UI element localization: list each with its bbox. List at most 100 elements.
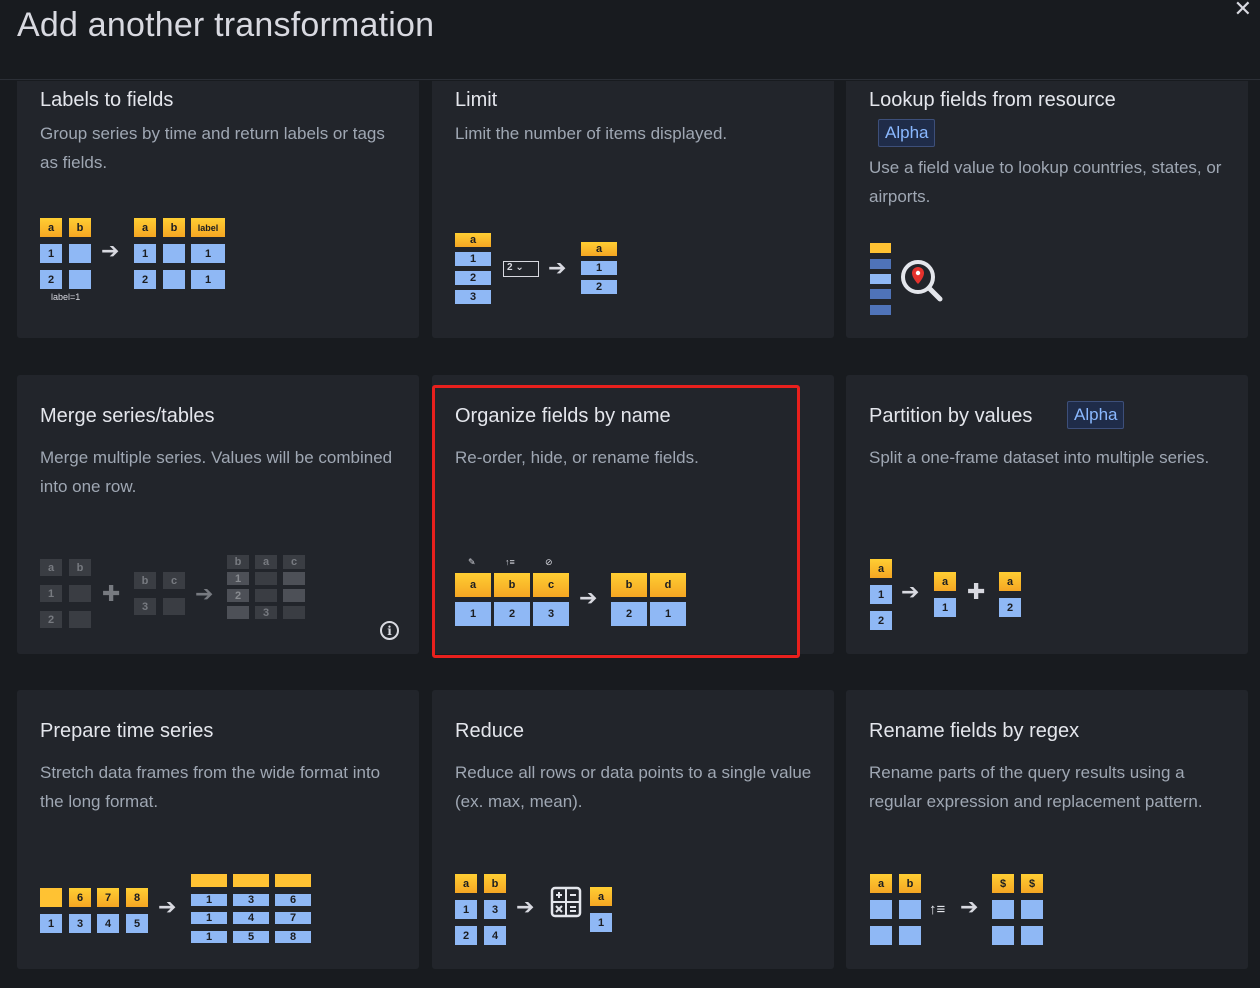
cell: 4 [484, 926, 506, 945]
card-title: Limit [455, 89, 498, 111]
cell: 1 [191, 931, 227, 943]
card-merge-series[interactable]: Merge series/tables Merge multiple serie… [17, 375, 419, 654]
cell: b [163, 218, 185, 237]
cell: b [227, 555, 249, 569]
card-labels-to-fields[interactable]: Labels to fields Group series by time an… [17, 81, 419, 338]
transformations-grid: Labels to fields Group series by time an… [0, 81, 1260, 988]
plus-icon: ✚ [967, 579, 986, 604]
card-prepare-time-series[interactable]: Prepare time series Stretch data frames … [17, 690, 419, 969]
cell [69, 270, 91, 289]
cell: 1 [191, 270, 225, 289]
calculator-icon [550, 886, 582, 918]
reduce-illustration: a b 1 3 2 4 ➔ a 1 [455, 874, 655, 954]
cell [870, 305, 891, 315]
arrow-right-icon: ➔ [195, 581, 214, 606]
cell [870, 900, 892, 919]
arrow-right-icon: ➔ [516, 894, 535, 919]
cell: 1 [581, 261, 617, 275]
card-lookup-fields[interactable]: Lookup fields from resource Alpha Use a … [846, 81, 1248, 338]
arrow-right-icon: ➔ [158, 894, 177, 919]
pencil-icon: ✎ [468, 557, 476, 567]
cell [191, 874, 227, 887]
cell: 1 [40, 914, 62, 933]
cell [899, 926, 921, 945]
cell: c [533, 573, 569, 597]
card-description: Use a field value to lookup countries, s… [869, 158, 1222, 206]
rename-illustration: a b ↑≡ ➔ $ $ [870, 874, 1070, 954]
cell: a [934, 572, 956, 591]
cell: a [40, 559, 62, 576]
card-organize-fields[interactable]: Organize fields by name Re-order, hide, … [432, 375, 834, 654]
cell [992, 900, 1014, 919]
cell: 2 [581, 280, 617, 294]
cell: b [494, 573, 530, 597]
cell: a [999, 572, 1021, 591]
cell: a [870, 559, 892, 578]
card-description: Group series by time and return labels o… [40, 124, 385, 172]
card-limit[interactable]: Limit Limit the number of items displaye… [432, 81, 834, 338]
cell: 2 [40, 270, 62, 289]
cell [1021, 900, 1043, 919]
close-icon[interactable]: ✕ [1234, 0, 1252, 22]
cell: 2 [870, 611, 892, 630]
arrow-right-icon: ➔ [101, 238, 120, 263]
card-rename-fields-by-regex[interactable]: Rename fields by regex Rename parts of t… [846, 690, 1248, 969]
cell: c [163, 572, 185, 589]
card-partition-by-values[interactable]: Partition by values Alpha Split a one-fr… [846, 375, 1248, 654]
cell: 1 [191, 244, 225, 263]
cell: 3 [455, 290, 491, 304]
card-description: Limit the number of items displayed. [455, 124, 728, 143]
card-description: Stretch data frames from the wide format… [40, 763, 381, 811]
cell: 2 [455, 271, 491, 285]
cell [283, 606, 305, 619]
cell: a [870, 874, 892, 893]
card-title: Lookup fields from resource [869, 89, 1116, 111]
cell: 1 [191, 894, 227, 906]
cell: 1 [134, 244, 156, 263]
cell: 1 [650, 602, 686, 626]
cell [255, 589, 277, 602]
cell: 1 [590, 913, 612, 932]
cell: b [611, 573, 647, 597]
label-caption: label=1 [51, 292, 81, 302]
alpha-badge: Alpha [878, 119, 936, 147]
card-title: Reduce [455, 720, 524, 742]
cell: 8 [275, 931, 311, 943]
cell: a [455, 233, 491, 247]
cell: b [484, 874, 506, 893]
labels-to-fields-illustration: a b 1 2 label=1 ➔ a b label 1 1 2 1 [40, 218, 240, 308]
cell [992, 926, 1014, 945]
organize-illustration: ✎ ↑≡ ⊘ a b c 1 2 3 ➔ b d 2 1 [455, 557, 715, 637]
cell: $ [1021, 874, 1043, 893]
cell [870, 243, 891, 253]
card-reduce[interactable]: Reduce Reduce all rows or data points to… [432, 690, 834, 969]
cell: 2 [999, 598, 1021, 617]
arrow-right-icon: ➔ [579, 585, 598, 610]
cell: 1 [191, 912, 227, 924]
arrow-right-icon: ➔ [960, 894, 979, 919]
cell: 1 [455, 602, 491, 626]
cell: 1 [40, 585, 62, 602]
cell: a [590, 887, 612, 906]
info-icon[interactable]: i [380, 621, 399, 640]
cell: 3 [484, 900, 506, 919]
cell: 1 [934, 598, 956, 617]
cell: 3 [134, 598, 156, 615]
cell [870, 259, 891, 269]
cell: 1 [455, 900, 477, 919]
card-title: Partition by values [869, 405, 1033, 427]
modal-header: Add another transformation ✕ [0, 0, 1260, 80]
cell: 4 [233, 912, 269, 924]
cell: a [455, 874, 477, 893]
limit-illustration: a 1 2 3 2 ⌄ ➔ a 1 2 [455, 233, 655, 313]
cell: 1 [40, 244, 62, 263]
card-description: Reduce all rows or data points to a sing… [455, 763, 812, 811]
cell: 2 [134, 270, 156, 289]
cell: 7 [275, 912, 311, 924]
cell [275, 874, 311, 887]
cell [283, 589, 305, 602]
cell: a [40, 218, 62, 237]
cell [69, 244, 91, 263]
cell: 5 [233, 931, 269, 943]
card-title: Merge series/tables [40, 405, 215, 427]
